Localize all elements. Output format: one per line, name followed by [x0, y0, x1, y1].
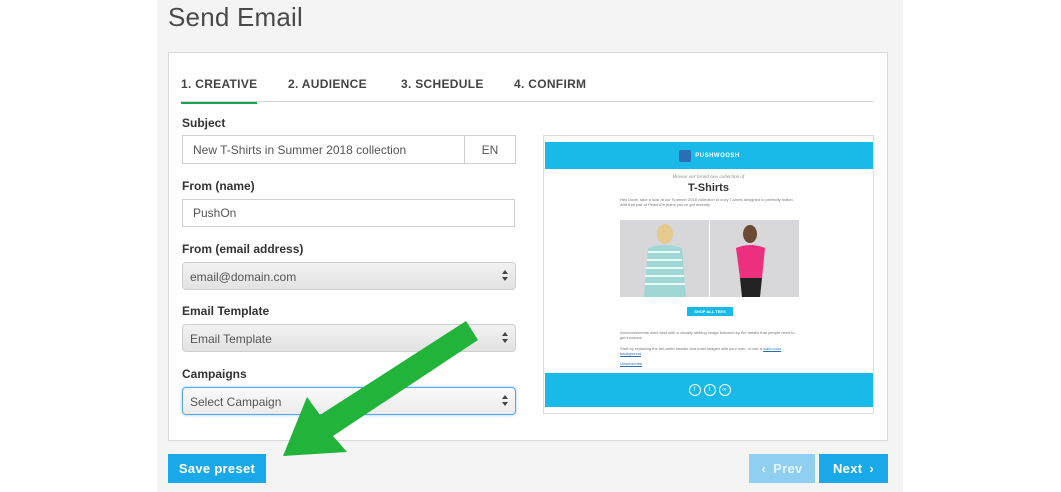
- chevron-right-icon: ›: [869, 461, 875, 476]
- prev-button[interactable]: ‹ Prev: [749, 454, 815, 483]
- creative-panel: 1. CREATIVE 2. AUDIENCE 3. SCHEDULE 4. C…: [168, 52, 888, 441]
- language-selector[interactable]: EN: [464, 136, 515, 163]
- preview-header: PUSHWOOSH: [545, 142, 873, 169]
- twitter-icon: t: [703, 384, 716, 396]
- from-email-select[interactable]: email@domain.com: [182, 262, 516, 290]
- select-arrows-icon: [501, 394, 509, 408]
- tab-creative[interactable]: 1. CREATIVE: [181, 77, 258, 104]
- campaigns-label: Campaigns: [182, 367, 247, 381]
- tab-schedule[interactable]: 3. SCHEDULE: [401, 77, 484, 91]
- preview-body-text-2: Start by replacing the full-width header…: [620, 346, 782, 356]
- tab-audience[interactable]: 2. AUDIENCE: [288, 77, 367, 91]
- subject-input[interactable]: [183, 136, 464, 163]
- campaigns-select[interactable]: Select Campaign: [182, 387, 516, 415]
- tab-confirm[interactable]: 4. CONFIRM: [514, 77, 586, 91]
- from-email-value: email@domain.com: [190, 270, 297, 284]
- from-name-input[interactable]: [182, 199, 515, 227]
- from-name-label: From (name): [182, 179, 255, 193]
- subject-field: EN: [182, 135, 516, 164]
- template-label: Email Template: [182, 304, 270, 318]
- preview-subtitle: Browse our brand new collection of: [672, 175, 745, 180]
- from-email-label: From (email address): [182, 242, 304, 256]
- subject-label: Subject: [182, 116, 226, 130]
- wizard-tabs: 1. CREATIVE 2. AUDIENCE 3. SCHEDULE 4. C…: [181, 73, 874, 104]
- preview-description: Hey Dude, take a look at our Summer 2018…: [620, 197, 793, 207]
- select-arrows-icon: [501, 269, 509, 283]
- preview-body-text: Announcements work best with a visually …: [620, 330, 795, 340]
- product-image: [620, 220, 709, 297]
- facebook-icon: f: [688, 384, 701, 396]
- email-template-select[interactable]: Email Template: [182, 324, 516, 352]
- select-arrows-icon: [501, 331, 509, 345]
- campaigns-value: Select Campaign: [190, 395, 282, 409]
- page-title: Send Email: [168, 2, 303, 32]
- shop-all-button: SHOP ALL TEES: [687, 307, 733, 316]
- pushwoosh-logo-icon: [679, 149, 692, 162]
- preview-brand: PUSHWOOSH: [695, 152, 740, 159]
- link-icon: ∞: [718, 384, 731, 396]
- product-image: [710, 220, 799, 297]
- template-value: Email Template: [190, 332, 272, 346]
- save-preset-button[interactable]: Save preset: [168, 454, 266, 483]
- email-preview: PUSHWOOSH Browse our brand new collectio…: [543, 135, 874, 414]
- next-button[interactable]: Next ›: [819, 454, 888, 483]
- preview-footer: f t ∞: [545, 373, 873, 407]
- chevron-left-icon: ‹: [761, 461, 767, 476]
- preview-title: T-Shirts: [688, 182, 729, 194]
- unsubscribe-link: Unsubscribe: [620, 361, 643, 366]
